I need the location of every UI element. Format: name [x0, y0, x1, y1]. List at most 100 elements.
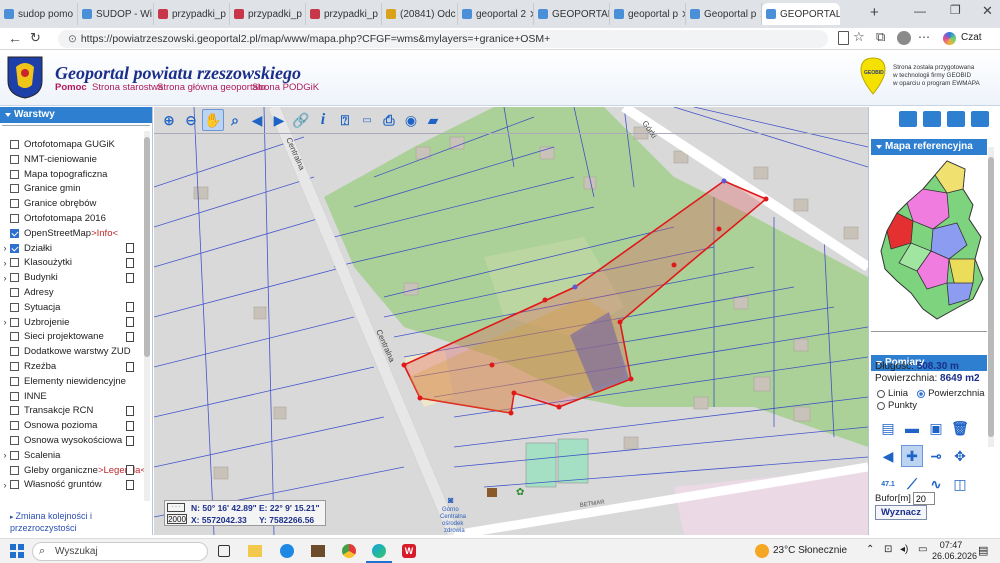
zoom-window-icon[interactable]: ⌕ [224, 109, 246, 131]
buffer-input[interactable] [912, 492, 935, 505]
layer-order-link[interactable]: ▸ Zmiana kolejności i przezroczystości [10, 511, 140, 533]
layer-checkbox[interactable] [10, 317, 19, 327]
link-icon[interactable]: 🔗 [290, 109, 312, 131]
reload-icon[interactable]: ↻ [30, 30, 41, 46]
layer-item[interactable]: Transakcje RCN [0, 403, 148, 418]
layer-item[interactable]: › Własność gruntów [0, 477, 148, 492]
battery-icon[interactable]: ▭ [918, 544, 927, 555]
edge-icon[interactable] [372, 544, 386, 558]
layer-item[interactable]: › Uzbrojenie [0, 315, 148, 330]
minimize-button[interactable]: — [914, 4, 926, 18]
browser-tab[interactable]: geoportal 2✕ [458, 3, 534, 25]
wps-office-icon[interactable]: W [402, 544, 416, 558]
browser-tab[interactable]: GEOPORTAL✕ [762, 3, 840, 25]
layer-item[interactable]: › Scalenia [0, 448, 148, 463]
outlook-icon[interactable] [280, 544, 294, 558]
layer-extra-link[interactable]: >Legenda< [98, 465, 146, 476]
task-view-icon[interactable] [218, 545, 230, 557]
camera-icon[interactable]: ▰ [422, 109, 444, 131]
layer-checkbox[interactable] [10, 214, 19, 223]
tab-close-icon[interactable]: ✕ [526, 8, 533, 21]
notification-icon[interactable]: ▤ [978, 544, 988, 557]
layer-item[interactable]: › Budynki [0, 270, 148, 285]
add-point-icon[interactable]: ✚ [901, 445, 923, 467]
layer-legend-doc-icon[interactable] [126, 272, 134, 283]
url-field[interactable]: ⊙ https://powiatrzeszowski.geoportal2.pl/… [58, 30, 828, 48]
browser-tab[interactable]: GEOPORTAL✕ [534, 3, 610, 25]
layer-checkbox[interactable] [10, 421, 19, 431]
layer-item[interactable]: NMT-cieniowanie [0, 152, 148, 167]
compute-button[interactable]: Wyznacz [875, 505, 927, 520]
browser-tab[interactable]: geoportal p✕ [610, 3, 686, 25]
print-icon[interactable]: ⎙ [378, 109, 400, 131]
layer-legend-doc-icon[interactable] [126, 317, 134, 328]
layer-item[interactable]: › Klasoużytki [0, 255, 148, 270]
scale-value[interactable]: 2000 [167, 514, 187, 524]
query-icon[interactable]: ⍰ [334, 109, 356, 131]
layer-legend-doc-icon[interactable] [126, 479, 134, 490]
chrome-icon[interactable] [342, 544, 356, 558]
save-icon[interactable]: ▣ [925, 417, 947, 439]
favorite-star-icon[interactable]: ☆ [853, 29, 865, 45]
network-icon[interactable]: ⊡ [884, 544, 892, 555]
info-icon[interactable]: i [312, 109, 334, 131]
folder-icon[interactable]: ▬ [901, 417, 923, 439]
expand-chevron-icon[interactable]: › [0, 243, 10, 253]
layer-item[interactable]: Gleby organiczne >Legenda< [0, 463, 148, 478]
layer-legend-doc-icon[interactable] [126, 361, 134, 372]
layer-legend-doc-icon[interactable] [126, 465, 134, 476]
layer-list-scrollbar[interactable] [144, 131, 150, 501]
layout-top-icon[interactable] [899, 111, 917, 127]
layer-item[interactable]: › Działki [0, 241, 148, 256]
trash-icon[interactable]: 🗑 [949, 417, 971, 439]
layer-checkbox[interactable] [10, 169, 19, 179]
expand-chevron-icon[interactable]: › [0, 450, 10, 460]
move-point-icon[interactable]: ✥ [949, 445, 971, 467]
maximize-button[interactable]: ❐ [950, 3, 961, 17]
undo-arrow-icon[interactable]: ◀ [877, 445, 899, 467]
layer-checkbox[interactable] [10, 273, 19, 283]
layer-extra-link[interactable]: >Info< [91, 228, 118, 239]
weather-text[interactable]: 23°C Słonecznie [773, 545, 847, 556]
profile-avatar[interactable] [897, 31, 911, 45]
layer-checkbox[interactable] [10, 391, 19, 401]
new-tab-button[interactable]: + [870, 4, 879, 21]
layer-item[interactable]: Adresy [0, 285, 148, 300]
layer-checkbox[interactable] [10, 376, 19, 386]
browser-tab[interactable]: przypadki_p✕ [154, 3, 230, 25]
layer-legend-doc-icon[interactable] [126, 331, 134, 342]
layer-item[interactable]: Dodatkowe warstwy ZUD [0, 344, 148, 359]
layer-item[interactable]: Ortofotomapa GUGiK [0, 137, 148, 152]
expand-chevron-icon[interactable]: › [0, 480, 10, 490]
buffer-box-icon[interactable]: ◫ [949, 473, 971, 495]
layer-checkbox[interactable] [10, 362, 19, 371]
layer-checkbox[interactable] [10, 406, 19, 416]
map-canvas[interactable]: Centralna Centralna Górki BETMAR Górno C… [154, 107, 868, 535]
layer-item[interactable]: Osnowa wysokościowa [0, 433, 148, 448]
layer-item[interactable]: Osnowa pozioma [0, 418, 148, 433]
taskbar-search[interactable]: ⌕ Wyszukaj [32, 542, 208, 561]
browser-tab[interactable]: sudop pomo✕ [0, 3, 78, 25]
expand-chevron-icon[interactable]: › [0, 273, 10, 283]
layout-export-icon[interactable] [947, 111, 965, 127]
layer-checkbox[interactable] [10, 302, 19, 312]
store-icon[interactable] [311, 545, 325, 557]
layer-checkbox[interactable] [10, 140, 19, 149]
zoom-out-icon[interactable]: ⊖ [180, 109, 202, 131]
layer-checkbox[interactable] [10, 243, 19, 253]
windows-start-icon[interactable] [10, 544, 24, 558]
browser-tab[interactable]: (20841) Odc✕ [382, 3, 458, 25]
link-strona-glowna[interactable]: Strona główna geoportalu [157, 82, 265, 93]
layer-item[interactable]: Rzeźba [0, 359, 148, 374]
expand-chevron-icon[interactable]: › [0, 258, 10, 268]
globe-icon[interactable]: ◉ [400, 109, 422, 131]
layer-legend-doc-icon[interactable] [126, 243, 134, 254]
tray-chevron-icon[interactable]: ⌃ [866, 544, 874, 555]
reference-map[interactable] [877, 159, 985, 329]
layer-checkbox[interactable] [10, 465, 19, 475]
file-explorer-icon[interactable] [248, 545, 262, 557]
layer-item[interactable]: Granice obrębów [0, 196, 148, 211]
pan-hand-icon[interactable]: ✋ [202, 109, 224, 131]
zoom-in-icon[interactable]: ⊕ [158, 109, 180, 131]
layer-checkbox[interactable] [10, 450, 19, 460]
